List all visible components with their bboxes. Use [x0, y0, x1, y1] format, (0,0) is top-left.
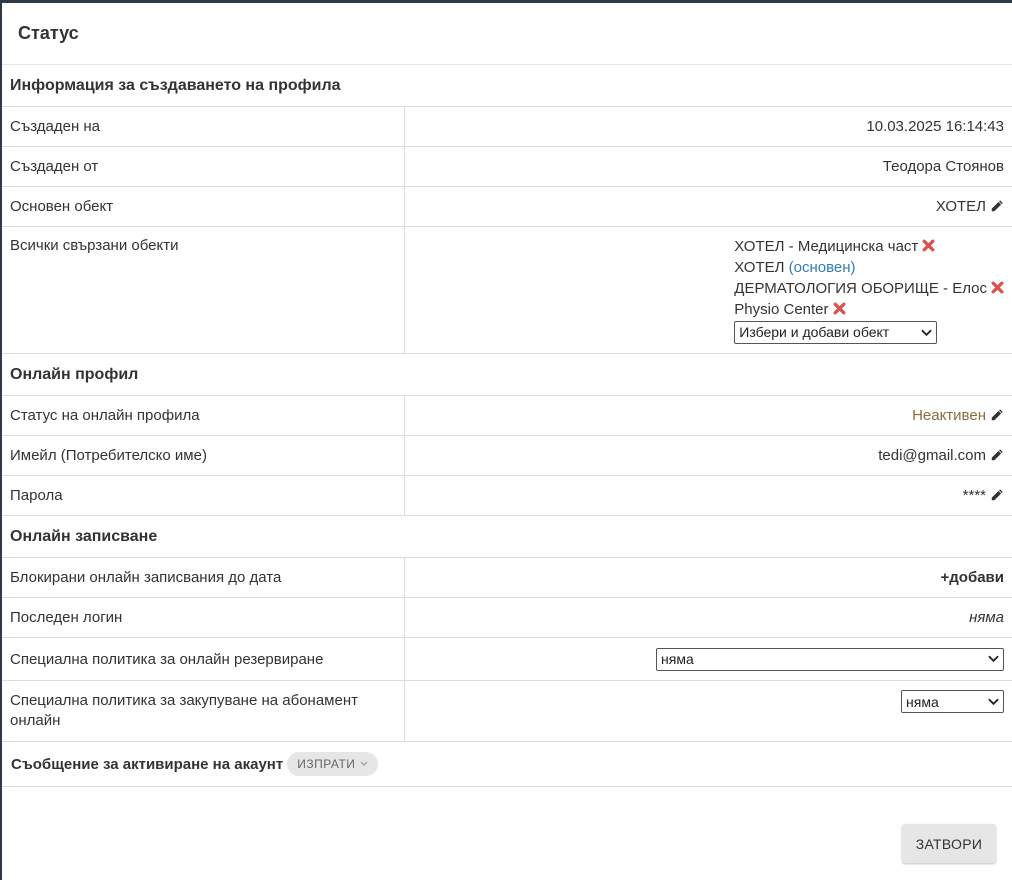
section-title: Онлайн профил: [2, 353, 1012, 396]
pencil-icon[interactable]: [990, 199, 1004, 213]
row-last-login: Последен логин няма: [2, 597, 1012, 638]
add-blocked-date-link[interactable]: +добави: [941, 569, 1005, 586]
subscription-policy-select[interactable]: няма: [901, 690, 1004, 713]
row-online-status: Статус на онлайн профила Неактивен: [2, 395, 1012, 436]
section-online-profile: Онлайн профил: [2, 353, 1012, 396]
online-status-cell: Неактивен: [404, 395, 1012, 436]
pencil-icon[interactable]: [990, 448, 1004, 462]
subscription-policy-label: Специална политика за закупуване на абон…: [2, 680, 405, 742]
linked-object-item: Physio Center: [734, 299, 1004, 320]
pencil-icon[interactable]: [990, 408, 1004, 422]
linked-objects-list: ХОТЕЛ - Медицинска част ХОТЕЛ (основен) …: [734, 236, 1004, 344]
primary-object-note: (основен): [788, 259, 856, 276]
created-by-value: Теодора Стоянов: [404, 146, 1012, 187]
main-object-cell: ХОТЕЛ: [404, 186, 1012, 227]
subscription-policy-select-value: няма: [906, 693, 939, 710]
linked-object-name: ДЕРМАТОЛОГИЯ ОБОРИЩЕ - Елос: [734, 280, 987, 297]
modal-header: Статус: [2, 3, 1012, 65]
remove-icon[interactable]: [922, 239, 935, 252]
row-password: Парола ****: [2, 475, 1012, 516]
linked-objects-cell: ХОТЕЛ - Медицинска част ХОТЕЛ (основен) …: [404, 226, 1012, 354]
created-on-label: Създаден на: [2, 106, 405, 147]
activation-row: Съобщение за активиране на акаунт ИЗПРАТ…: [2, 742, 1012, 787]
remove-icon[interactable]: [991, 281, 1004, 294]
linked-object-name: ХОТЕЛ - Медицинска част: [734, 238, 919, 255]
linked-object-name: ХОТЕЛ: [734, 259, 785, 276]
password-label: Парола: [2, 475, 405, 516]
online-status-value: Неактивен: [912, 407, 986, 424]
pencil-icon[interactable]: [990, 488, 1004, 502]
reservation-policy-label: Специална политика за онлайн резервиране: [2, 637, 405, 681]
send-activation-label: ИЗПРАТИ: [297, 757, 356, 771]
section-online-booking: Онлайн записване: [2, 515, 1012, 558]
last-login-label: Последен логин: [2, 597, 405, 638]
blocked-booking-label: Блокирани онлайн записвания до дата: [2, 557, 405, 598]
add-object-select[interactable]: Избери и добави обект: [734, 321, 938, 344]
linked-object-item: ХОТЕЛ (основен): [734, 257, 1004, 278]
main-object-value: ХОТЕЛ: [935, 198, 986, 215]
send-activation-button[interactable]: ИЗПРАТИ: [287, 752, 379, 776]
section-title: Онлайн записване: [2, 515, 1012, 558]
email-label: Имейл (Потребителско име): [2, 435, 405, 476]
last-login-value: няма: [404, 597, 1012, 638]
row-created-by: Създаден от Теодора Стоянов: [2, 146, 1012, 187]
row-subscription-policy: Специална политика за закупуване на абон…: [2, 680, 1012, 742]
row-created-on: Създаден на 10.03.2025 16:14:43: [2, 106, 1012, 147]
section-title: Информация за създаването на профила: [2, 65, 1012, 107]
reservation-policy-cell: няма: [404, 637, 1012, 681]
email-cell: tedi@gmail.com: [404, 435, 1012, 476]
row-reservation-policy: Специална политика за онлайн резервиране…: [2, 637, 1012, 681]
activation-label: Съобщение за активиране на акаунт: [11, 755, 284, 773]
row-linked-objects: Всички свързани обекти ХОТЕЛ - Медицинск…: [2, 226, 1012, 354]
reservation-policy-select-value: няма: [661, 651, 694, 667]
linked-object-item: ДЕРМАТОЛОГИЯ ОБОРИЩЕ - Елос: [734, 278, 1004, 299]
row-blocked-booking: Блокирани онлайн записвания до дата +доб…: [2, 557, 1012, 598]
password-value: ****: [962, 487, 986, 504]
reservation-policy-select[interactable]: няма: [656, 647, 1004, 671]
chevron-down-icon: [361, 761, 368, 766]
chevron-down-icon: [988, 655, 999, 663]
email-value: tedi@gmail.com: [878, 447, 986, 464]
created-by-label: Създаден от: [2, 146, 405, 187]
main-object-label: Основен обект: [2, 186, 405, 227]
status-table: Информация за създаването на профила Съз…: [2, 65, 1012, 742]
password-cell: ****: [404, 475, 1012, 516]
remove-icon[interactable]: [833, 302, 846, 315]
status-modal: Статус Информация за създаването на проф…: [2, 3, 1012, 880]
blocked-booking-cell: +добави: [404, 557, 1012, 598]
close-button[interactable]: ЗАТВОРИ: [902, 824, 996, 863]
online-status-label: Статус на онлайн профила: [2, 395, 405, 436]
row-email: Имейл (Потребителско име) tedi@gmail.com: [2, 435, 1012, 476]
chevron-down-icon: [921, 329, 933, 336]
subscription-policy-cell: няма: [404, 680, 1012, 742]
section-profile-info: Информация за създаването на профила: [2, 65, 1012, 107]
linked-object-item: ХОТЕЛ - Медицинска част: [734, 236, 1004, 257]
chevron-down-icon: [988, 698, 999, 705]
add-object-select-value: Избери и добави обект: [739, 324, 890, 340]
linked-object-name: Physio Center: [734, 301, 829, 318]
row-main-object: Основен обект ХОТЕЛ: [2, 186, 1012, 227]
modal-title: Статус: [18, 23, 79, 43]
linked-objects-label: Всички свързани обекти: [2, 226, 405, 354]
created-on-value: 10.03.2025 16:14:43: [404, 106, 1012, 147]
